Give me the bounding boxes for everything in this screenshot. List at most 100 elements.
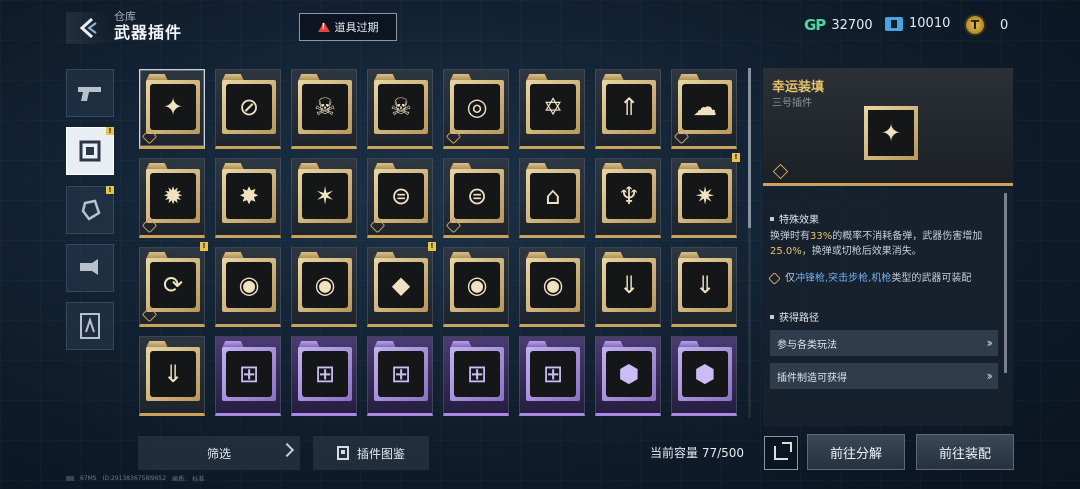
category-tab-skin[interactable] [66, 302, 114, 350]
plugin-name: 幸运装填 [772, 80, 825, 95]
plugin-item[interactable]: ⊞ [443, 336, 509, 416]
plugin-emblem-icon: ☠ [378, 84, 424, 130]
plugin-item[interactable]: ⬢ [595, 336, 661, 416]
special-effect-heading: 特殊效果 [770, 211, 819, 226]
plugin-emblem-icon: ⬢ [606, 351, 652, 397]
plugin-item[interactable]: ⇑ [595, 69, 661, 149]
share-button[interactable] [764, 436, 798, 470]
double-chevron-icon: ›› [986, 369, 992, 383]
route-play-modes[interactable]: 参与各类玩法 ›› [770, 330, 998, 356]
plugin-item[interactable]: ⊞ [367, 336, 433, 416]
character-icon [80, 313, 100, 339]
plugin-emblem-icon: ◆ [378, 262, 424, 308]
plugin-item[interactable]: ✶ [291, 158, 357, 238]
detail-scrollbar[interactable] [1004, 193, 1007, 373]
plugin-item[interactable]: ✦ [139, 69, 205, 149]
plugin-codex-button[interactable]: 插件图鉴 [313, 436, 429, 470]
plugin-emblem-icon: ⇑ [606, 84, 652, 130]
new-badge: ! [428, 242, 436, 251]
plugin-item[interactable]: ⊞ [291, 336, 357, 416]
plugin-item[interactable]: ✸ [215, 158, 281, 238]
plugin-emblem-icon: ⊞ [302, 351, 348, 397]
category-tab-mod[interactable] [66, 244, 114, 292]
plugin-emblem-icon: ✦ [150, 84, 196, 130]
weapon-restriction: 仅冲锋枪,突击步枪,机枪类型的武器可装配 [768, 271, 996, 286]
plugin-item[interactable]: ⇓ [139, 336, 205, 416]
plugin-item[interactable]: ☁ [671, 69, 737, 149]
footer-info: 67MS ID:2913836758l9652 画质: 标准 [66, 474, 204, 483]
quality-label: 画质: [172, 476, 187, 483]
plugin-item[interactable]: ⊜ [443, 158, 509, 238]
plugin-item[interactable]: ☠ [291, 69, 357, 149]
capacity-value: 77/500 [701, 446, 745, 460]
plugin-item[interactable]: ⇓ [595, 247, 661, 327]
plugin-emblem-icon: ✷ [682, 173, 728, 219]
back-button[interactable] [66, 12, 110, 44]
acquire-title: 获得路径 [779, 313, 819, 324]
currency-gp: GP 32700 [804, 16, 873, 34]
plugin-emblem-icon: ✹ [150, 173, 196, 219]
expired-items-button[interactable]: 道具过期 [299, 13, 397, 41]
route-crafting[interactable]: 插件制造可获得 ›› [770, 363, 998, 389]
plugin-emblem-icon: ☁ [682, 84, 728, 130]
plugin-emblem-icon: ✸ [226, 173, 272, 219]
plugin-item[interactable]: ◆! [367, 242, 436, 327]
capacity-indicator: 当前容量 77/500 [650, 444, 744, 461]
category-tab-attachment[interactable]: ! [66, 186, 114, 234]
new-badge: ! [732, 153, 740, 162]
plugin-item[interactable]: ✡ [519, 69, 585, 149]
plugin-item[interactable]: ⌂ [519, 158, 585, 238]
plugin-emblem-icon: ⊞ [226, 351, 272, 397]
ping-value: 67MS [80, 475, 97, 482]
chevron-right-icon [279, 442, 295, 458]
plugin-emblem-icon: ◉ [530, 262, 576, 308]
plugin-item[interactable]: ◉ [215, 247, 281, 327]
plugin-item[interactable]: ☠ [367, 69, 433, 149]
plugin-icon-frame: ✦ [864, 106, 918, 160]
category-tab-weapon[interactable] [66, 69, 114, 117]
plugin-emblem-icon: ⊞ [530, 351, 576, 397]
plugin-item[interactable]: ◉ [519, 247, 585, 327]
plugin-item[interactable]: ⇓ [671, 247, 737, 327]
grid-scrollbar-thumb[interactable] [748, 68, 751, 228]
equip-label: 前往装配 [938, 446, 991, 462]
filter-label: 筛选 [206, 446, 231, 461]
coin-amount: 0 [1000, 17, 1009, 33]
plugin-emblem-icon: ☠ [302, 84, 348, 130]
weapon-types: 冲锋枪,突击步枪,机枪 [795, 273, 892, 284]
coin-icon: T [964, 14, 986, 36]
filter-button[interactable]: 筛选 [138, 436, 300, 470]
plugin-item[interactable]: ◉ [291, 247, 357, 327]
plugin-item[interactable]: ◎ [443, 69, 509, 149]
plugin-emblem-icon: ⬢ [682, 351, 728, 397]
codex-icon [336, 446, 349, 460]
plugin-item[interactable]: ⬢ [671, 336, 737, 416]
plugin-item[interactable]: ⊘ [215, 69, 281, 149]
category-tab-plugin[interactable]: ! [66, 127, 114, 175]
chance-value: 33% [810, 231, 833, 242]
plugin-item[interactable]: ⊞ [519, 336, 585, 416]
plugin-item[interactable]: ♆ [595, 158, 661, 238]
plugin-slot: 三号插件 [772, 98, 812, 109]
plugin-item[interactable]: ⊞ [215, 336, 281, 416]
plugin-item[interactable]: ✷! [671, 153, 740, 238]
bullet-icon [770, 314, 774, 319]
plugin-emblem-icon: ✡ [530, 84, 576, 130]
new-badge: ! [106, 127, 114, 135]
plugin-item[interactable]: ◉ [443, 247, 509, 327]
plugin-emblem-icon: ✶ [302, 173, 348, 219]
plugin-item[interactable]: ✹ [139, 158, 205, 238]
damage-bonus-value: 25.0% [770, 246, 802, 257]
dismantle-button[interactable]: 前往分解 [807, 434, 905, 470]
bullet-icon [770, 216, 774, 221]
plugin-item[interactable]: ⟳! [139, 242, 208, 327]
ticket-amount: 10010 [909, 16, 951, 31]
plugin-emblem-icon: ⟳ [150, 262, 196, 308]
equip-button[interactable]: 前往装配 [916, 434, 1014, 470]
grid-scrollbar[interactable] [748, 68, 751, 418]
plugin-item[interactable]: ⊜ [367, 158, 433, 238]
pistol-icon [78, 87, 101, 101]
grenade-icon [81, 199, 101, 221]
double-chevron-icon: ›› [986, 336, 992, 350]
gauntlet-icon [80, 259, 98, 275]
